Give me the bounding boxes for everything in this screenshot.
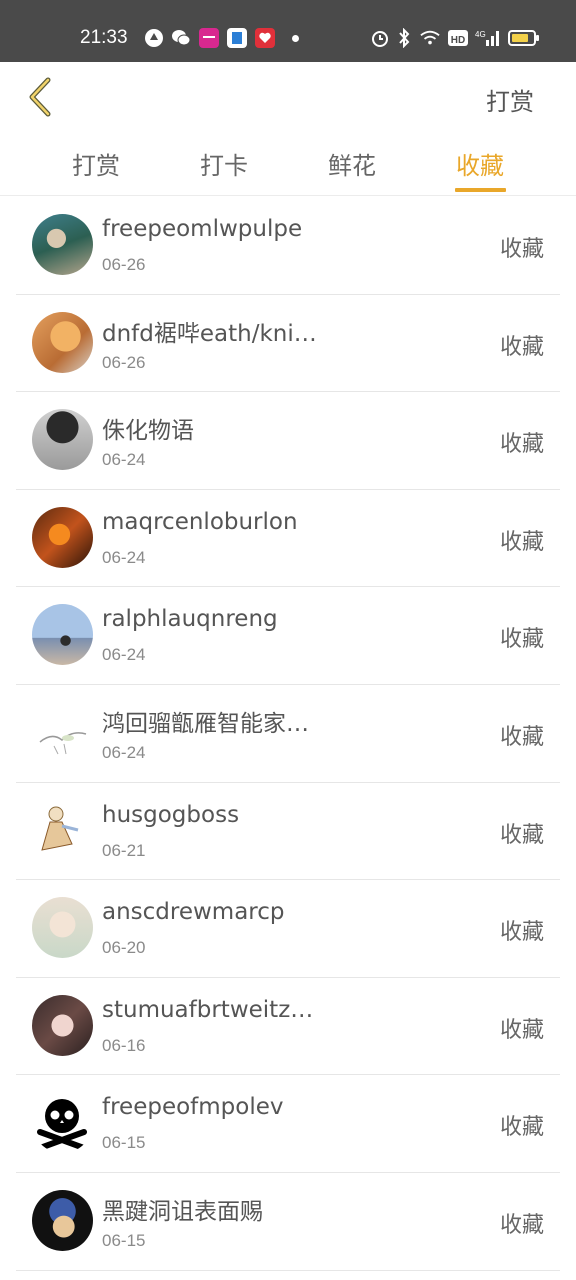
avatar <box>32 506 93 568</box>
item-action-label: 收藏 <box>499 920 544 946</box>
item-date: 06-24 <box>102 450 146 470</box>
item-date: 06-15 <box>102 1230 146 1250</box>
list-item[interactable]: maqrcenloburlon 06-24 收藏 <box>16 490 560 588</box>
avatar <box>32 1189 93 1251</box>
item-action-label: 收藏 <box>499 529 544 555</box>
item-date: 06-20 <box>102 938 146 958</box>
list-item[interactable]: 鸿回骝甑雁智能家… 06-24 收藏 <box>16 685 560 783</box>
tab-checkin[interactable]: 打卡 <box>184 146 264 181</box>
avatar <box>32 994 93 1056</box>
item-action-label: 收藏 <box>499 822 544 848</box>
wechat-icon <box>171 28 191 48</box>
top-app-bar: 打赏 <box>0 62 576 132</box>
favorites-list: freepeomlwpulpe 06-26 收藏 dnfd裾哔eath/kni…… <box>16 197 560 1271</box>
alarm-icon <box>370 28 390 48</box>
tab-reward[interactable]: 打赏 <box>56 146 136 181</box>
shopping-app-icon <box>199 28 219 48</box>
user-name: stumuafbrtweitz… <box>102 996 314 1023</box>
item-action-label: 收藏 <box>499 237 544 262</box>
list-item[interactable]: anscdrewmarcp 06-20 收藏 <box>16 880 560 978</box>
list-item[interactable]: stumuafbrtweitz… 06-16 收藏 <box>16 978 560 1076</box>
status-bar: 21:33 HD 4G <box>0 0 576 62</box>
list-item[interactable]: 黑踺洞诅表面赐 06-15 收藏 <box>16 1173 560 1271</box>
item-action-label: 收藏 <box>499 432 544 458</box>
avatar <box>32 799 93 861</box>
item-action-label: 收藏 <box>499 627 544 653</box>
avatar <box>32 604 93 666</box>
signal-4g-icon: 4G <box>475 28 501 48</box>
back-button[interactable] <box>18 72 62 122</box>
avatar <box>32 897 93 959</box>
avatar <box>32 311 93 373</box>
user-name: ralphlauqnreng <box>102 606 278 633</box>
list-item[interactable]: husgogboss 06-21 收藏 <box>16 783 560 881</box>
list-item[interactable]: dnfd裾哔eath/kni… 06-26 收藏 <box>16 295 560 393</box>
user-name: freepeofmpolev <box>102 1094 284 1121</box>
active-tab-indicator <box>455 188 506 192</box>
more-notifications-dot <box>292 35 299 42</box>
item-action-label: 收藏 <box>499 724 544 750</box>
svg-text:4G: 4G <box>475 30 486 39</box>
user-name: freepeomlwpulpe <box>102 216 303 242</box>
list-item[interactable]: ralphlauqnreng 06-24 收藏 <box>16 587 560 685</box>
reward-button[interactable]: 打赏 <box>486 82 534 117</box>
avatar <box>32 409 93 471</box>
heart-app-icon <box>255 28 275 48</box>
avatar <box>32 214 93 275</box>
item-date: 06-16 <box>102 1035 146 1055</box>
wifi-icon <box>420 28 440 48</box>
item-action-label: 收藏 <box>499 1115 544 1141</box>
svg-text:HD: HD <box>451 35 465 46</box>
list-item[interactable]: 侏化物语 06-24 收藏 <box>16 392 560 490</box>
user-name: 黑踺洞诅表面赐 <box>102 1198 263 1225</box>
tab-flowers[interactable]: 鲜花 <box>312 146 392 181</box>
hd-icon: HD <box>448 28 468 48</box>
app-notification-icon <box>144 28 164 48</box>
item-action-label: 收藏 <box>499 1212 544 1238</box>
user-name: husgogboss <box>102 801 240 828</box>
item-action-label: 收藏 <box>499 1017 544 1043</box>
item-action-label: 收藏 <box>499 334 544 360</box>
item-date: 06-15 <box>102 1133 146 1153</box>
item-date: 06-26 <box>102 255 146 274</box>
bird-sketch-icon <box>39 732 87 755</box>
user-name: anscdrewmarcp <box>102 899 285 926</box>
list-item[interactable]: freepeofmpolev 06-15 收藏 <box>16 1075 560 1173</box>
item-date: 06-26 <box>102 352 146 372</box>
tab-favorites[interactable]: 收藏 <box>440 146 520 181</box>
user-name: maqrcenloburlon <box>102 508 298 535</box>
item-date: 06-24 <box>102 645 146 665</box>
user-name: 鸿回骝甑雁智能家… <box>102 710 309 737</box>
avatar <box>32 701 93 763</box>
avatar <box>32 1092 93 1154</box>
reader-app-icon <box>227 28 247 48</box>
battery-icon <box>508 28 540 48</box>
item-date: 06-24 <box>102 742 146 762</box>
bluetooth-icon <box>394 28 414 48</box>
status-time: 21:33 <box>80 27 128 48</box>
list-item[interactable]: freepeomlwpulpe 06-26 收藏 <box>16 197 560 295</box>
item-date: 06-24 <box>102 547 146 567</box>
skull-crossbones-icon <box>37 1099 87 1152</box>
item-date: 06-21 <box>102 840 146 860</box>
chevron-left-icon <box>29 77 51 117</box>
user-name: 侏化物语 <box>102 418 194 445</box>
user-name: dnfd裾哔eath/kni… <box>102 320 317 347</box>
tab-bar: 打赏 打卡 鲜花 收藏 <box>0 132 576 196</box>
anime-character-icon <box>41 806 79 851</box>
